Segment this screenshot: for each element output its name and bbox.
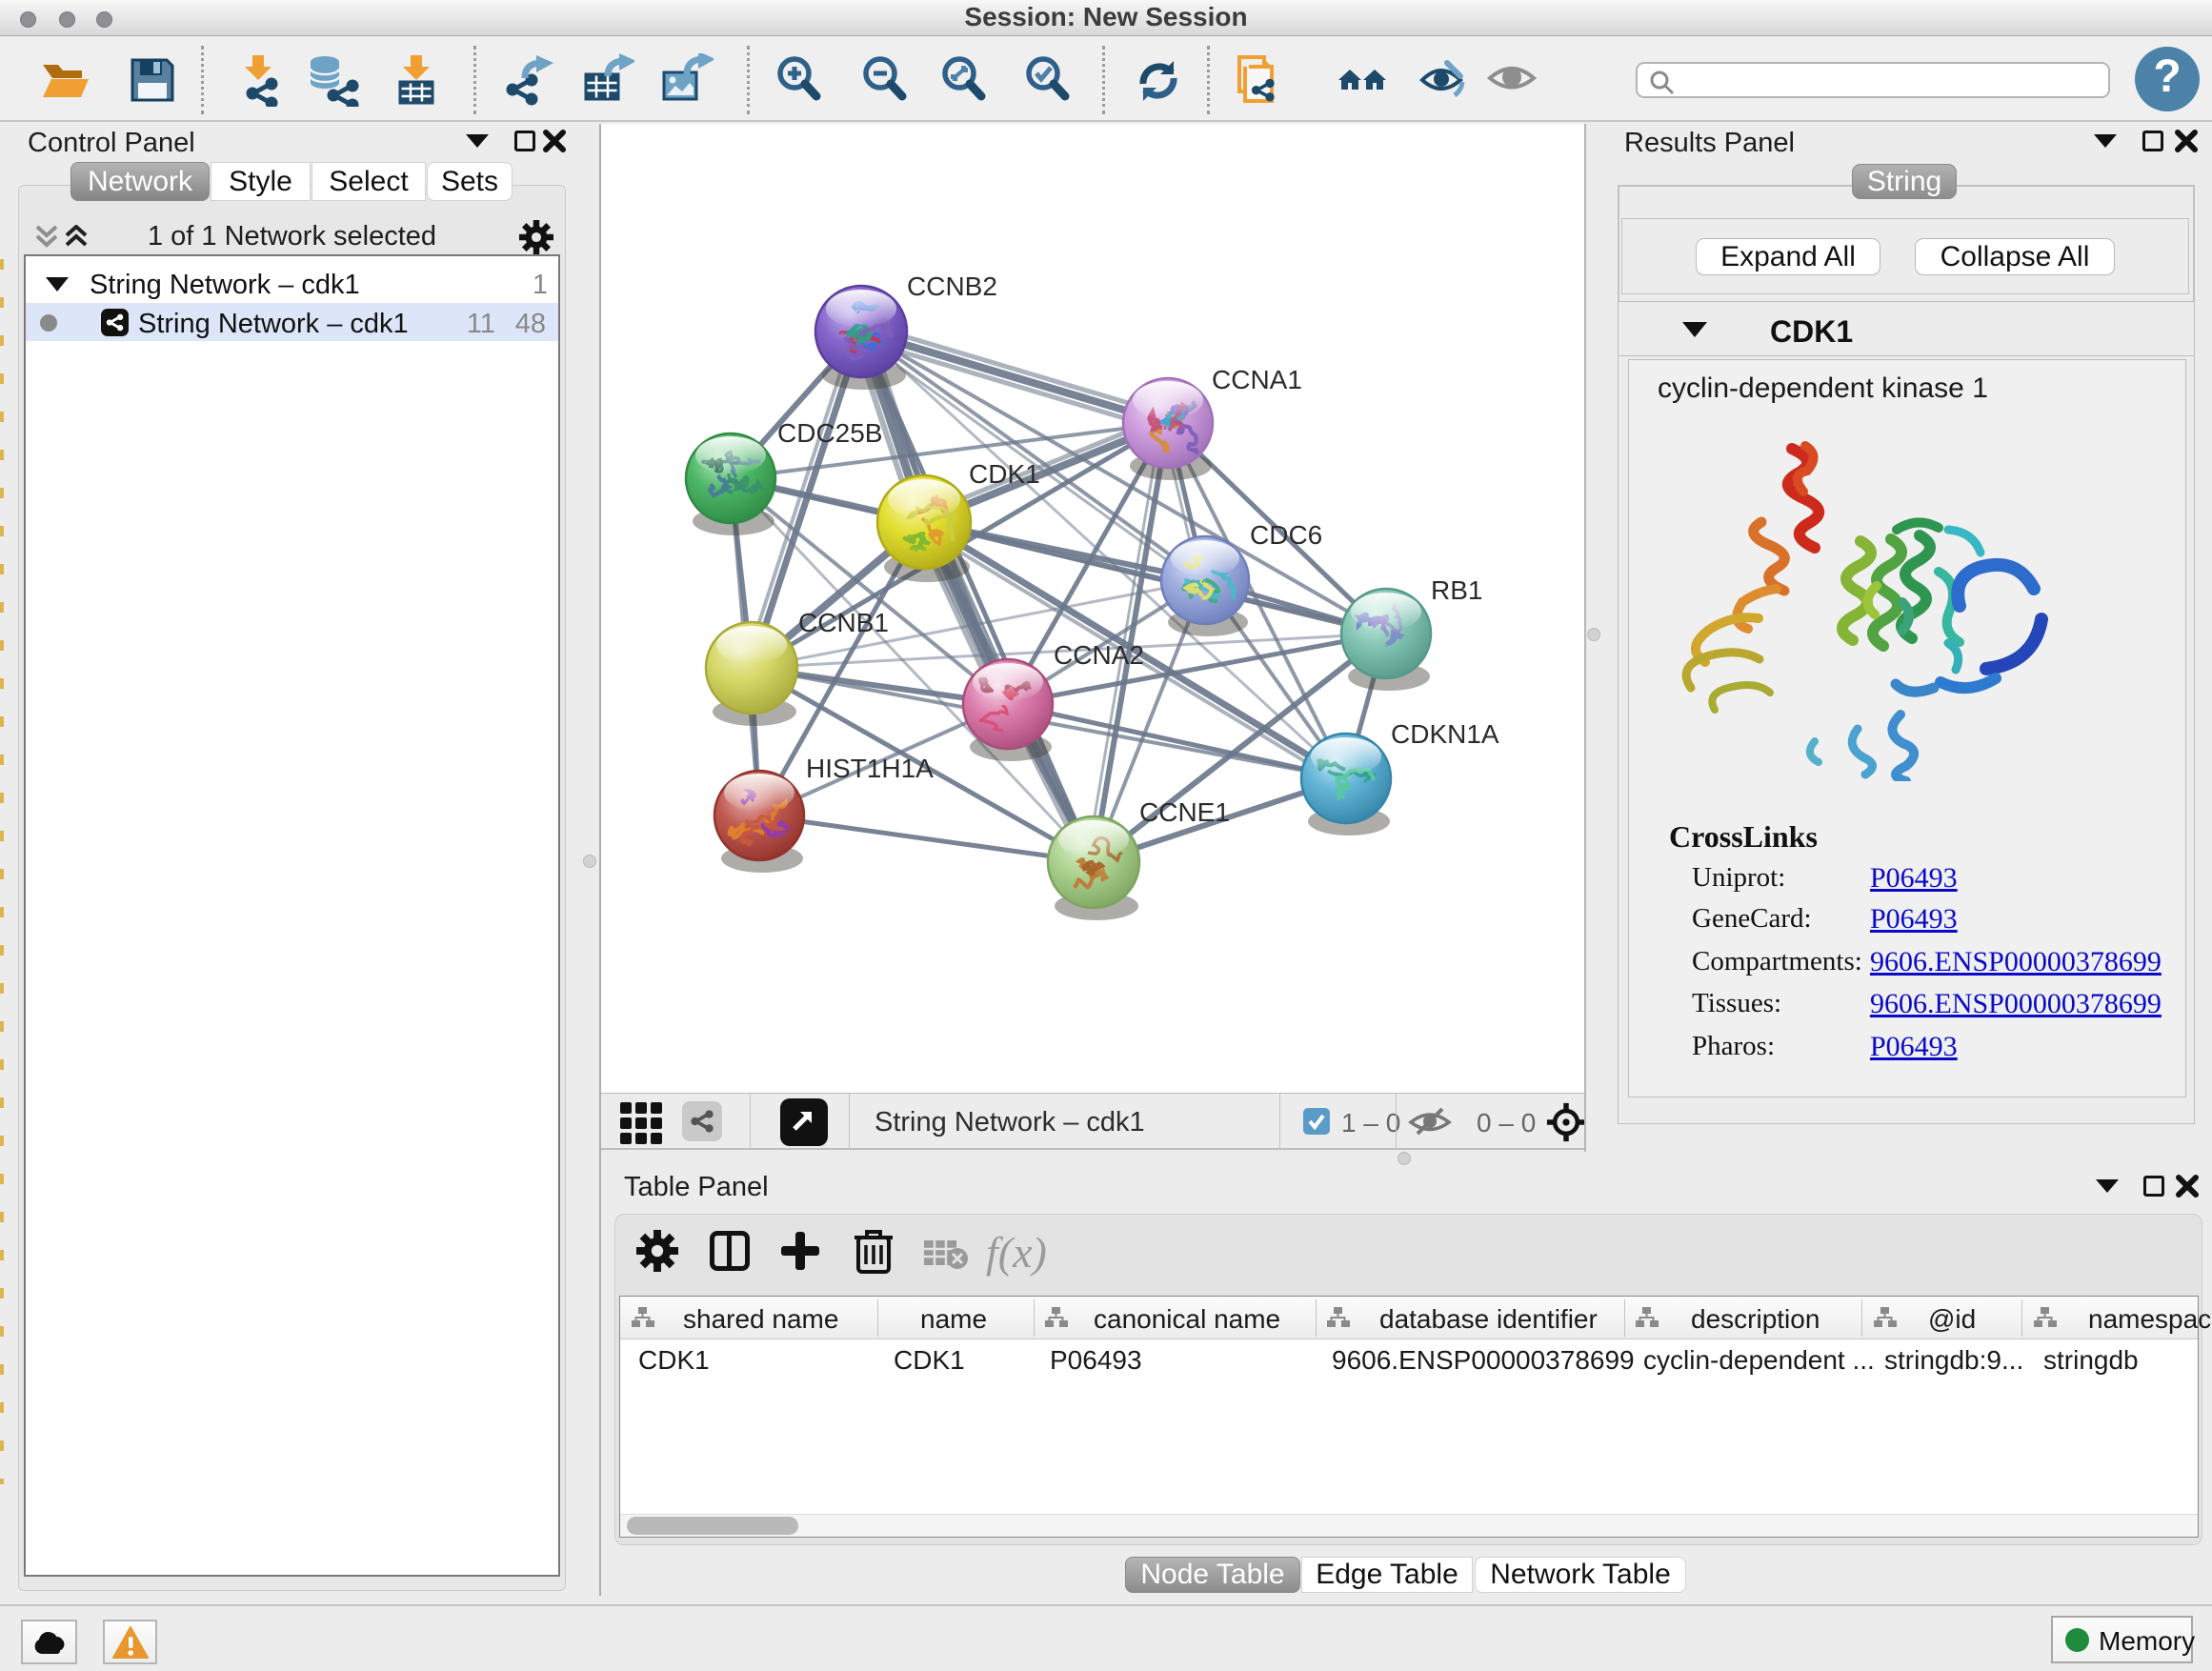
svg-text:CDKN1A: CDKN1A [1391,719,1499,749]
svg-text:CCNE1: CCNE1 [1139,797,1230,827]
svg-text:CCNB1: CCNB1 [798,608,889,637]
svg-text:CDK1: CDK1 [969,459,1040,489]
svg-text:RB1: RB1 [1431,575,1482,605]
svg-text:CCNB2: CCNB2 [907,272,997,301]
svg-text:CDC6: CDC6 [1250,520,1322,550]
svg-text:CCNA2: CCNA2 [1054,640,1144,670]
svg-text:CDC25B: CDC25B [777,418,882,448]
svg-text:CCNA1: CCNA1 [1212,365,1302,394]
svg-text:HIST1H1A: HIST1H1A [806,754,934,783]
